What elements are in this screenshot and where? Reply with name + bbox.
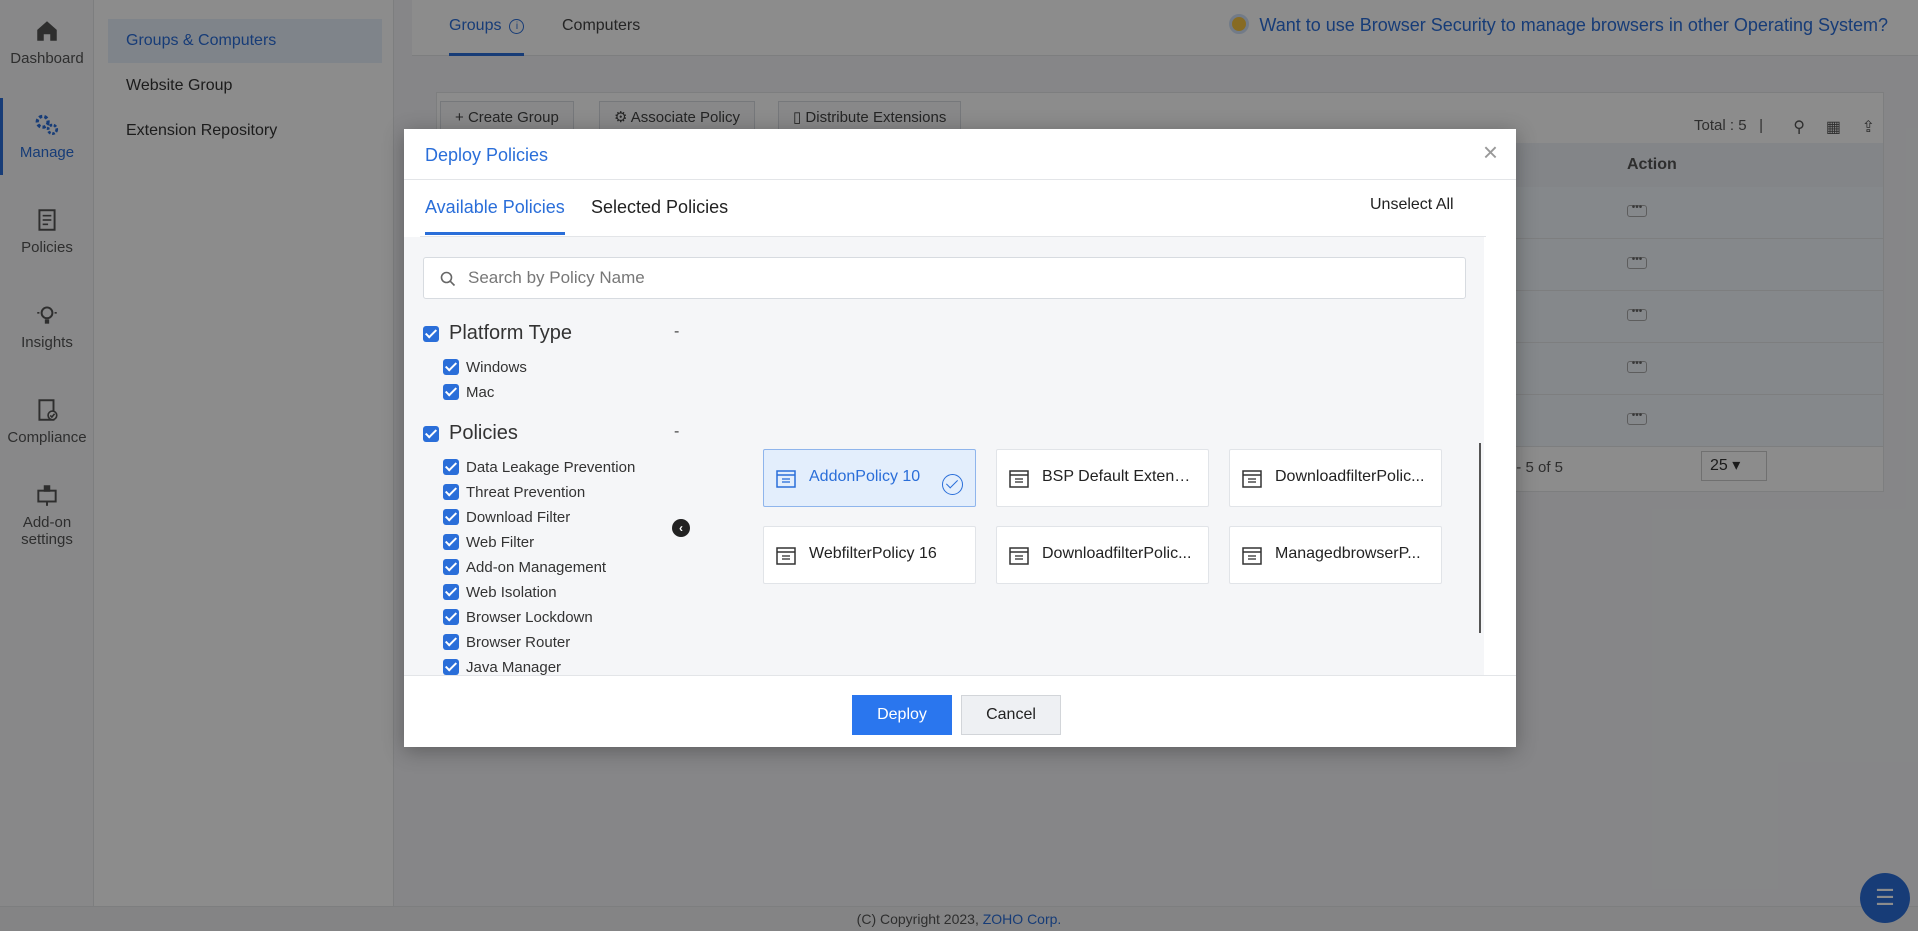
dialog-title: Deploy Policies [425, 145, 549, 165]
platform-type-checkbox[interactable] [423, 326, 439, 342]
policy-search-input[interactable] [468, 266, 1418, 290]
deploy-button[interactable]: Deploy [852, 695, 952, 735]
policy-icon [776, 547, 796, 565]
policy-type-label: Add-on Management [466, 559, 607, 576]
policy-icon [1242, 470, 1262, 488]
policy-icon [1009, 470, 1029, 488]
policy-name: ManagedbrowserP... [1275, 545, 1421, 562]
policy-card[interactable]: AddonPolicy 10 [763, 449, 976, 507]
policy-icon [1009, 547, 1029, 565]
browser-router-checkbox[interactable] [443, 634, 459, 650]
addon-management-checkbox[interactable] [443, 559, 459, 575]
policy-icon [776, 470, 796, 488]
collapse-filter-panel-button[interactable]: ‹ [672, 519, 690, 537]
divider [404, 675, 1516, 676]
browser-lockdown-checkbox[interactable] [443, 609, 459, 625]
policy-card[interactable]: DownloadfilterPolic... [996, 526, 1209, 584]
policy-card[interactable]: WebfilterPolicy 16 [763, 526, 976, 584]
policy-icon [1242, 547, 1262, 565]
platform-type-heading: Platform Type [449, 322, 573, 344]
search-icon [440, 271, 456, 287]
policy-type-label: Threat Prevention [466, 484, 586, 501]
policy-type-label: Java Manager [466, 659, 562, 675]
selected-check-icon [942, 474, 963, 495]
unselect-all-button[interactable]: Unselect All [1368, 180, 1486, 237]
policy-name: WebfilterPolicy 16 [809, 545, 937, 562]
cards-scrollbar[interactable] [1479, 443, 1481, 633]
policy-type-label: Web Filter [466, 534, 535, 551]
windows-checkbox[interactable] [443, 359, 459, 375]
policy-name: AddonPolicy 10 [809, 468, 921, 485]
download-filter-checkbox[interactable] [443, 509, 459, 525]
policy-name: DownloadfilterPolic... [1042, 545, 1192, 562]
data-leakage-prevention-checkbox[interactable] [443, 459, 459, 475]
policy-name: DownloadfilterPolic... [1275, 468, 1425, 485]
web-isolation-checkbox[interactable] [443, 584, 459, 600]
policies-checkbox[interactable] [423, 426, 439, 442]
policy-type-label: Web Isolation [466, 584, 557, 601]
web-filter-checkbox[interactable] [443, 534, 459, 550]
policy-card[interactable]: DownloadfilterPolic... [1229, 449, 1442, 507]
mac-checkbox[interactable] [443, 384, 459, 400]
threat-prevention-checkbox[interactable] [443, 484, 459, 500]
policy-type-label: Browser Lockdown [466, 609, 593, 626]
policies-collapse[interactable]: - [674, 423, 679, 441]
policy-search-box [423, 257, 1466, 299]
platform-type-collapse[interactable]: - [674, 323, 679, 341]
cancel-button[interactable]: Cancel [961, 695, 1061, 735]
divider [404, 179, 1516, 180]
close-icon[interactable]: × [1483, 139, 1498, 165]
windows-label: Windows [466, 359, 527, 376]
policy-type-label: Data Leakage Prevention [466, 459, 636, 476]
policy-card[interactable]: ManagedbrowserP... [1229, 526, 1442, 584]
dialog-body: Platform Type - Windows Mac Policies - D… [404, 237, 1484, 675]
tab-available-policies[interactable]: Available Policies [425, 197, 565, 235]
tab-selected-policies[interactable]: Selected Policies [591, 197, 728, 235]
policy-card[interactable]: BSP Default Extensi... [996, 449, 1209, 507]
policy-type-label: Browser Router [466, 634, 571, 651]
policies-heading: Policies [449, 422, 518, 444]
mac-label: Mac [466, 384, 495, 401]
policy-name: BSP Default Extensi... [1042, 468, 1197, 485]
policy-type-label: Download Filter [466, 509, 571, 526]
java-manager-checkbox[interactable] [443, 659, 459, 675]
deploy-policies-dialog: Deploy Policies × Available Policies Sel… [404, 129, 1516, 747]
